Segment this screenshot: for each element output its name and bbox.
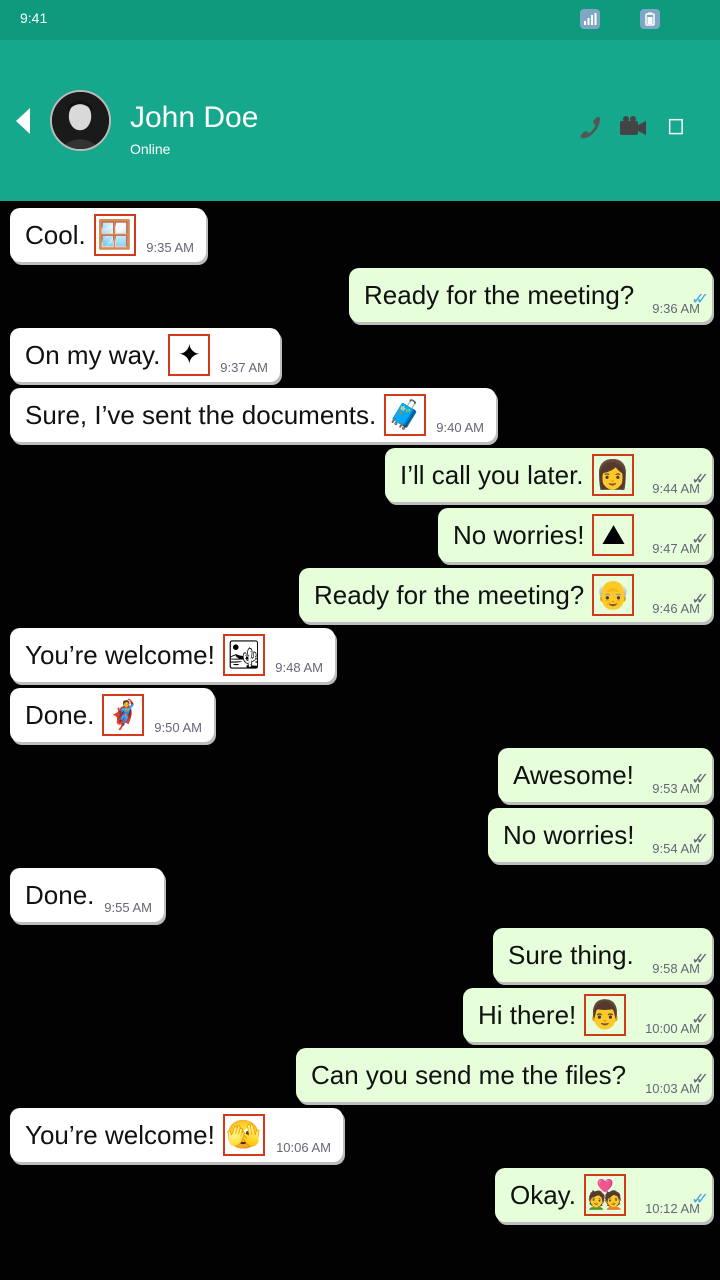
incoming-message-bubble[interactable]: Done. 9:55 AM [10, 868, 164, 922]
outgoing-message-bubble[interactable]: Ready for the meeting? 👴 9:46 AM ✓✓ [299, 568, 712, 622]
message-text: Ready for the meeting? [364, 279, 635, 310]
superhero-emoji: 🦸 [102, 694, 145, 736]
message-row: You’re welcome! 🫣 10:06 AM [0, 1108, 720, 1164]
incoming-message-bubble[interactable]: Sure, I’ve sent the documents. 🧳 9:40 AM [10, 388, 496, 442]
double-check-icon: ✓✓ [691, 531, 709, 548]
message-row: Cool. 🪟 9:35 AM [0, 208, 720, 264]
message-text: You’re welcome! [25, 1119, 215, 1150]
double-check-icon: ✓✓ [691, 831, 709, 848]
outgoing-message-bubble[interactable]: Awesome! 9:53 AM ✓✓ [498, 748, 712, 802]
message-text: On my way. [25, 339, 161, 370]
luggage-emoji: 🧳 [384, 394, 427, 436]
message-time: 9:37 AM [220, 360, 268, 375]
menu-icon[interactable] [662, 112, 692, 142]
message-row: Done. 9:55 AM [0, 868, 720, 924]
message-text: No worries! [503, 819, 635, 850]
message-text: Okay. [510, 1179, 576, 1210]
double-check-icon: ✓✓ [691, 951, 709, 968]
message-text: Done. [25, 879, 95, 910]
incoming-message-bubble[interactable]: You’re welcome! 🏜 9:48 AM [10, 628, 335, 682]
double-check-icon: ✓✓ [691, 291, 709, 308]
man-emoji: 👨 [584, 994, 627, 1036]
phone-icon[interactable] [574, 112, 604, 142]
video-camera-icon[interactable] [618, 112, 648, 142]
person-emoji: 👴 [592, 574, 635, 616]
message-time: 9:48 AM [275, 660, 323, 675]
avatar[interactable] [50, 90, 111, 151]
double-check-icon: ✓✓ [691, 1071, 709, 1088]
desert-emoji: 🏜 [222, 634, 265, 676]
status-bar: 9:41 [0, 0, 720, 40]
message-text: Ready for the meeting? [314, 579, 585, 610]
message-time: 9:55 AM [104, 900, 152, 915]
message-time: 9:35 AM [146, 240, 194, 255]
message-row: Sure thing. 9:58 AM ✓✓ [0, 928, 720, 984]
battery-icon [640, 9, 660, 29]
message-text: I’ll call you later. [400, 459, 584, 490]
framed-picture-emoji: 🪟 [93, 214, 136, 256]
message-time: 9:50 AM [154, 720, 202, 735]
message-row: Hi there! 👨 10:00 AM ✓✓ [0, 988, 720, 1044]
double-check-icon: ✓✓ [691, 471, 709, 488]
outgoing-message-bubble[interactable]: Hi there! 👨 10:00 AM ✓✓ [463, 988, 712, 1042]
message-row: Can you send me the files? 10:03 AM ✓✓ [0, 1048, 720, 1104]
sparkle-emoji: ✦ [168, 334, 211, 376]
outgoing-message-bubble[interactable]: Okay. 💑 10:12 AM ✓✓ [495, 1168, 712, 1222]
outgoing-message-bubble[interactable]: Ready for the meeting? 9:36 AM ✓✓ [349, 268, 712, 322]
incoming-message-bubble[interactable]: You’re welcome! 🫣 10:06 AM [10, 1108, 343, 1162]
double-check-icon: ✓✓ [691, 1011, 709, 1028]
message-row: On my way. ✦ 9:37 AM [0, 328, 720, 384]
message-row: Okay. 💑 10:12 AM ✓✓ [0, 1168, 720, 1224]
face-peeking-emoji: 🫣 [222, 1114, 265, 1156]
message-time: 10:06 AM [276, 1140, 331, 1155]
message-text: Awesome! [513, 759, 634, 790]
outgoing-message-bubble[interactable]: Can you send me the files? 10:03 AM ✓✓ [296, 1048, 712, 1102]
message-text: Sure thing. [508, 939, 634, 970]
message-list[interactable]: Cool. 🪟 9:35 AM Ready for the meeting? 9:36 … [0, 201, 720, 1280]
chat-header: John Doe Online [0, 40, 720, 201]
outgoing-message-bubble[interactable]: No worries! ⛰ 9:47 AM ✓✓ [438, 508, 712, 562]
message-row: Done. 🦸 9:50 AM [0, 688, 720, 744]
message-text: You’re welcome! [25, 639, 215, 670]
incoming-message-bubble[interactable]: Cool. 🪟 9:35 AM [10, 208, 206, 262]
message-text: Sure, I’ve sent the documents. [25, 399, 377, 430]
double-check-icon: ✓✓ [691, 591, 709, 608]
message-row: You’re welcome! 🏜 9:48 AM [0, 628, 720, 684]
message-row: Ready for the meeting? 9:36 AM ✓✓ [0, 268, 720, 324]
double-check-icon: ✓✓ [691, 1191, 709, 1208]
message-text: Hi there! [478, 999, 577, 1030]
contact-status: Online [130, 141, 171, 157]
signal-icon [580, 9, 600, 29]
message-text: Can you send me the files? [311, 1059, 627, 1090]
status-time: 9:41 [20, 10, 48, 26]
outgoing-message-bubble[interactable]: Sure thing. 9:58 AM ✓✓ [493, 928, 712, 982]
double-check-icon: ✓✓ [691, 771, 709, 788]
woman-emoji: 👩 [591, 454, 634, 496]
back-arrow-icon[interactable] [14, 106, 32, 136]
incoming-message-bubble[interactable]: On my way. ✦ 9:37 AM [10, 328, 280, 382]
message-text: Done. [25, 699, 95, 730]
message-time: 9:40 AM [436, 420, 484, 435]
incoming-message-bubble[interactable]: Done. 🦸 9:50 AM [10, 688, 214, 742]
couple-heart-emoji: 💑 [583, 1174, 626, 1216]
message-text: No worries! [453, 519, 585, 550]
outgoing-message-bubble[interactable]: No worries! 9:54 AM ✓✓ [488, 808, 712, 862]
message-text: Cool. [25, 219, 86, 250]
message-row: I’ll call you later. 👩 9:44 AM ✓✓ [0, 448, 720, 504]
house-emoji: ⛰ [592, 514, 635, 556]
message-row: No worries! ⛰ 9:47 AM ✓✓ [0, 508, 720, 564]
message-row: Ready for the meeting? 👴 9:46 AM ✓✓ [0, 568, 720, 624]
outgoing-message-bubble[interactable]: I’ll call you later. 👩 9:44 AM ✓✓ [385, 448, 712, 502]
message-row: Awesome! 9:53 AM ✓✓ [0, 748, 720, 804]
message-row: No worries! 9:54 AM ✓✓ [0, 808, 720, 864]
contact-name: John Doe [130, 101, 259, 134]
message-row: Sure, I’ve sent the documents. 🧳 9:40 AM [0, 388, 720, 444]
